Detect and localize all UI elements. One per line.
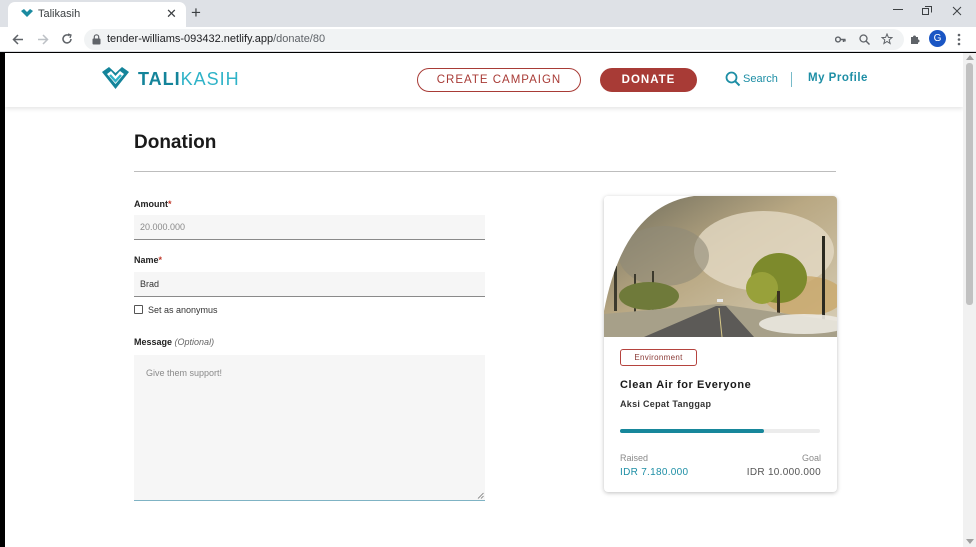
create-campaign-button[interactable]: CREATE CAMPAIGN — [417, 68, 581, 92]
browser-tab[interactable]: Talikasih ✕ — [8, 2, 186, 27]
browser-toolbar: tender-williams-093432.netlify.app/donat… — [0, 27, 976, 52]
forward-icon[interactable] — [37, 34, 49, 45]
name-input[interactable]: Brad — [134, 272, 485, 297]
site-header: TALIKASIH CREATE CAMPAIGN DONATE Search … — [5, 53, 963, 107]
url-host: tender-williams-093432.netlify.app — [107, 33, 274, 45]
search-label: Search — [743, 73, 778, 85]
logo-text-kasih: KASIH — [180, 69, 240, 89]
lock-icon[interactable] — [92, 34, 101, 45]
extensions-icon[interactable] — [909, 33, 921, 45]
address-bar[interactable]: tender-williams-093432.netlify.app/donat… — [84, 29, 904, 50]
new-tab-icon[interactable]: + — [191, 3, 201, 23]
url-text: tender-williams-093432.netlify.app/donat… — [107, 33, 325, 45]
amount-value: 20.000.000 — [140, 222, 186, 232]
talikasih-favicon-icon — [21, 9, 33, 17]
campaign-image — [604, 196, 837, 337]
reload-icon[interactable] — [61, 33, 73, 45]
anonymous-label[interactable]: Set as anonymus — [148, 305, 218, 315]
star-icon[interactable] — [881, 33, 893, 45]
category-badge[interactable]: Environment — [620, 349, 697, 366]
donate-button[interactable]: DONATE — [600, 68, 697, 92]
logo-text-tali: TALI — [138, 69, 181, 89]
tab-title: Talikasih — [38, 8, 81, 20]
goal-label: Goal — [801, 453, 821, 463]
name-label: Name* — [134, 255, 162, 265]
search-icon — [725, 71, 741, 87]
message-label: Message (Optional) — [134, 337, 214, 347]
raised-label: Raised — [620, 453, 649, 463]
required-asterisk: * — [158, 255, 163, 265]
message-label-text: Message — [134, 337, 173, 347]
heart-hands-logo-icon — [102, 67, 129, 89]
optional-label: (Optional) — [174, 337, 215, 347]
message-placeholder: Give them support! — [146, 368, 223, 378]
browser-profile-avatar[interactable]: G — [929, 30, 946, 47]
browser-tabstrip: Talikasih ✕ + — [0, 0, 976, 27]
goal-amount: IDR 10.000.000 — [746, 467, 821, 478]
back-icon[interactable] — [12, 34, 24, 45]
key-icon[interactable] — [835, 35, 846, 44]
header-divider — [791, 72, 792, 87]
minimize-icon[interactable] — [893, 9, 903, 11]
name-label-text: Name — [134, 255, 159, 265]
funding-progress-fill — [620, 429, 764, 433]
campaign-organizer: Aksi Cepat Tanggap — [620, 399, 712, 409]
campaign-card[interactable]: Environment Clean Air for Everyone Aksi … — [604, 196, 837, 492]
name-value: Brad — [140, 279, 160, 289]
resize-handle-icon[interactable] — [477, 492, 484, 499]
amount-label-text: Amount — [134, 199, 168, 209]
page-scrollbar[interactable] — [963, 53, 976, 547]
close-window-icon[interactable] — [952, 6, 962, 16]
amount-label: Amount* — [134, 199, 172, 209]
scroll-down-arrow-icon[interactable] — [966, 539, 974, 544]
zoom-icon[interactable] — [859, 34, 870, 45]
page-viewport: TALIKASIH CREATE CAMPAIGN DONATE Search … — [5, 53, 963, 547]
campaign-title[interactable]: Clean Air for Everyone — [620, 379, 751, 391]
message-textarea[interactable]: Give them support! — [134, 355, 485, 501]
url-path: /donate/80 — [273, 33, 326, 45]
tab-close-icon[interactable]: ✕ — [166, 6, 177, 22]
funding-progress-bar — [620, 429, 820, 433]
amount-input[interactable]: 20.000.000 — [134, 215, 485, 240]
scroll-thumb[interactable] — [966, 63, 973, 305]
scroll-up-arrow-icon[interactable] — [966, 55, 974, 60]
logo-wordmark: TALIKASIH — [138, 69, 240, 90]
my-profile-link[interactable]: My Profile — [808, 72, 868, 84]
browser-menu-icon[interactable] — [957, 33, 961, 46]
anonymous-checkbox[interactable] — [134, 305, 143, 314]
page-title: Donation — [134, 132, 217, 153]
raised-amount: IDR 7.180.000 — [620, 467, 689, 478]
title-divider — [134, 171, 836, 172]
required-asterisk: * — [168, 199, 172, 209]
restore-icon[interactable] — [922, 6, 932, 15]
